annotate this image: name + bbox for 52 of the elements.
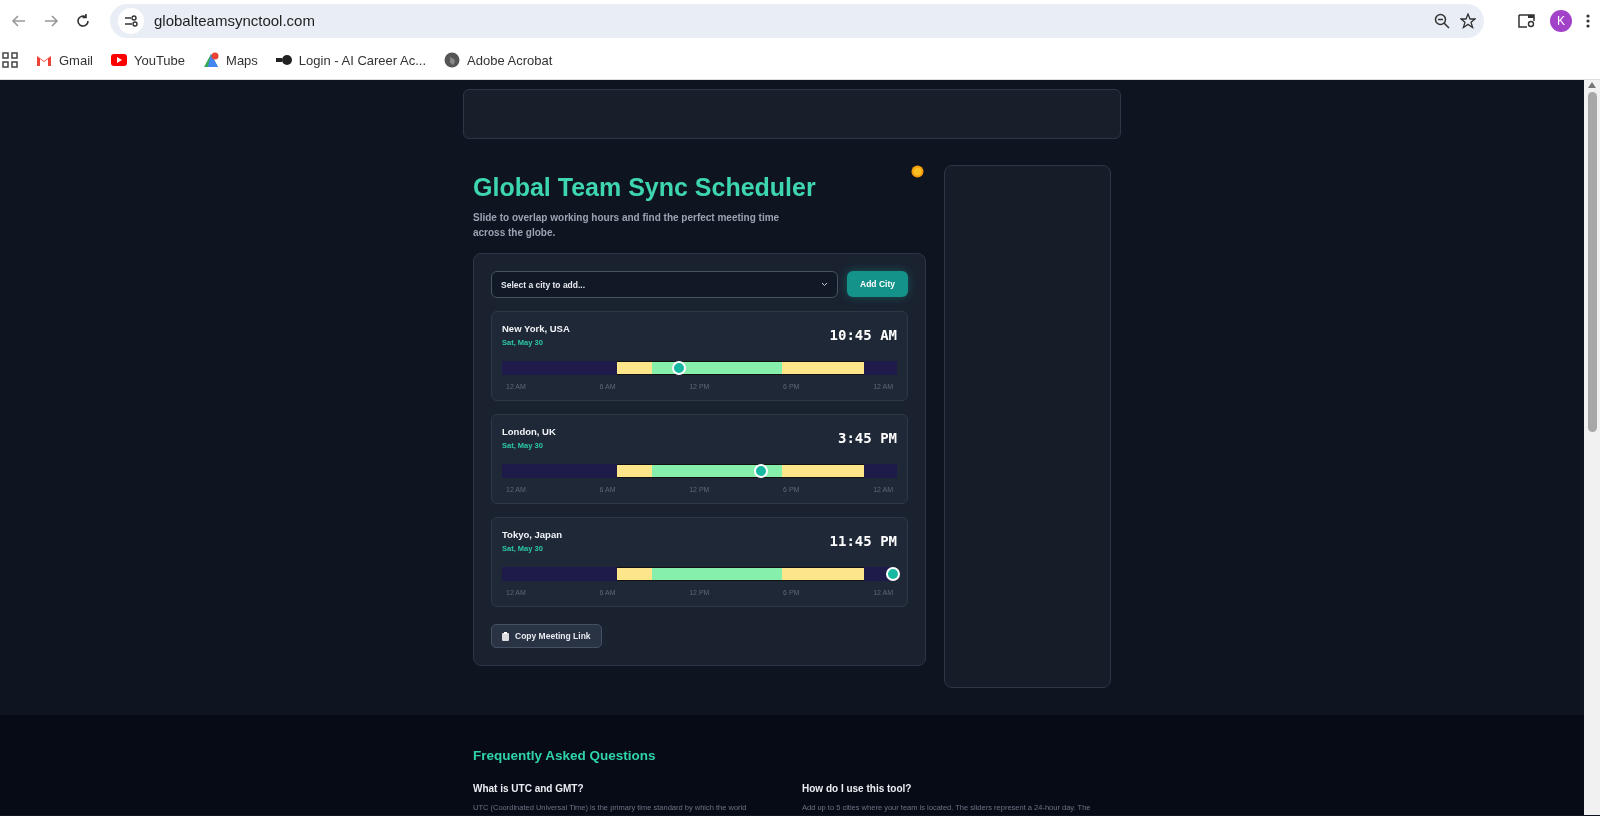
city-time: 10:45 AM (829, 327, 897, 345)
work-hours-band (617, 567, 652, 581)
zoom-out-icon[interactable] (1434, 12, 1450, 29)
faq-question: How do I use this tool? (802, 783, 913, 794)
address-bar[interactable]: globalteamsynctool.com (110, 3, 1484, 38)
star-icon[interactable] (1460, 12, 1476, 29)
clipboard-icon (502, 631, 509, 641)
url-text: globalteamsynctool.com (154, 12, 316, 29)
logo-icon (275, 55, 292, 65)
work-hours-band (617, 361, 652, 375)
sun-icon[interactable] (911, 165, 924, 178)
menu-icon[interactable] (1586, 13, 1590, 28)
city-time: 11:45 PM (829, 533, 897, 551)
mail-icon (36, 54, 52, 66)
bookmark-label: Login - AI Career Ac... (298, 52, 427, 68)
bookmark-link[interactable]: YouTube (110, 52, 186, 68)
profile-avatar[interactable]: K (1550, 9, 1572, 32)
city-select[interactable]: Select a city to add... (491, 271, 838, 298)
bookmark-link[interactable]: Maps (203, 52, 258, 68)
bookmark-link[interactable]: Gmail (36, 52, 93, 68)
bookmark-link[interactable]: Login - AI Career Ac... (275, 52, 427, 68)
site-settings-icon[interactable] (124, 14, 138, 27)
copy-link-button[interactable]: Copy Meeting Link (491, 624, 602, 648)
add-city-button[interactable]: Add City (847, 271, 908, 297)
city-name: London, UK (502, 426, 556, 437)
globe-icon (444, 52, 461, 68)
city-time: 3:45 PM (838, 430, 897, 448)
reload-icon[interactable] (74, 11, 92, 30)
faq-title: Frequently Asked Questions (473, 748, 657, 763)
page-subtitle: Slide to overlap working hours and find the perfect meeting time across the globe. (473, 211, 781, 240)
slider-thumb[interactable] (886, 567, 901, 581)
page-title: Global Team Sync Scheduler (473, 173, 817, 202)
city-name: Tokyo, Japan (502, 529, 562, 540)
scrollbar-thumb[interactable] (1587, 92, 1597, 432)
scroll-up-icon[interactable] (1588, 82, 1596, 88)
scrollbar[interactable] (1584, 80, 1600, 815)
time-slider[interactable] (502, 361, 897, 375)
bookmark-label: YouTube (133, 52, 186, 68)
bookmark-link[interactable]: Adobe Acrobat (444, 52, 553, 68)
tab-search-icon[interactable] (1518, 12, 1536, 29)
faq-question: What is UTC and GMT? (473, 783, 585, 794)
apps-grid-icon[interactable] (2, 52, 18, 68)
time-slider[interactable] (502, 464, 897, 478)
map-pin-icon (203, 52, 220, 68)
city-name: New York, USA (502, 323, 570, 334)
bookmark-label: Maps (226, 52, 258, 68)
work-hours-band (617, 464, 652, 478)
chevron-icon (821, 282, 828, 287)
play-icon (110, 54, 127, 66)
bookmark-label: Gmail (59, 52, 93, 68)
time-slider[interactable] (502, 567, 897, 581)
bookmark-label: Adobe Acrobat (467, 52, 553, 68)
